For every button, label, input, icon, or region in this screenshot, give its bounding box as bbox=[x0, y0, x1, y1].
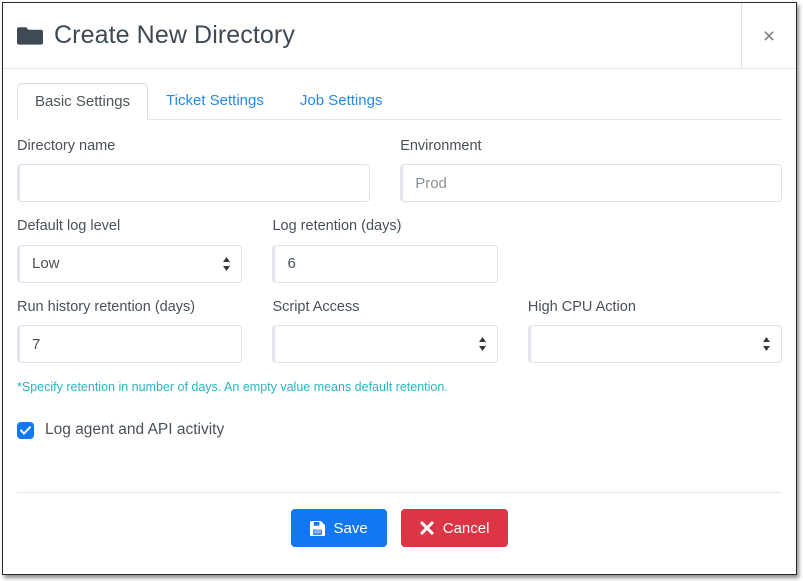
field-environment: Environment bbox=[400, 138, 782, 203]
script-access-select-wrap bbox=[272, 325, 498, 364]
tab-ticket-settings-label: Ticket Settings bbox=[166, 91, 264, 109]
page-title: Create New Directory bbox=[54, 21, 295, 49]
field-run-history-retention: Run history retention (days) bbox=[17, 298, 272, 364]
save-disk-icon bbox=[309, 520, 325, 536]
field-directory-name: Directory name bbox=[17, 138, 400, 203]
field-log-retention: Log retention (days) bbox=[272, 218, 527, 283]
tab-job-settings[interactable]: Job Settings bbox=[282, 82, 401, 120]
script-access-select[interactable] bbox=[272, 325, 498, 364]
tab-basic-settings-label: Basic Settings bbox=[35, 92, 131, 110]
directory-name-label: Directory name bbox=[17, 138, 116, 154]
field-high-cpu-action: High CPU Action bbox=[527, 298, 783, 364]
default-log-level-select[interactable]: Low bbox=[17, 244, 243, 283]
log-agent-activity-label: Log agent and API activity bbox=[45, 421, 225, 439]
run-history-retention-label: Run history retention (days) bbox=[17, 298, 196, 315]
dialog-footer: Save Cancel bbox=[17, 492, 782, 574]
log-agent-activity-row: Log agent and API activity bbox=[17, 421, 782, 440]
high-cpu-action-select[interactable] bbox=[527, 325, 783, 364]
log-agent-activity-checkbox[interactable] bbox=[17, 422, 34, 440]
field-default-log-level: Default log level Low bbox=[17, 218, 272, 283]
environment-label: Environment bbox=[400, 138, 482, 154]
close-icon: × bbox=[762, 24, 776, 48]
create-directory-dialog: Create New Directory × Basic Settings Ti… bbox=[2, 2, 797, 575]
check-icon bbox=[20, 426, 31, 435]
log-retention-input[interactable] bbox=[272, 244, 498, 283]
default-log-level-label: Default log level bbox=[17, 218, 121, 235]
save-button[interactable]: Save bbox=[290, 509, 387, 547]
tab-basic-settings[interactable]: Basic Settings bbox=[17, 82, 149, 121]
form-row-1: Directory name Environment bbox=[17, 138, 782, 203]
tab-bar: Basic Settings Ticket Settings Job Setti… bbox=[3, 69, 796, 121]
form-row-2: Default log level Low Log retention (day… bbox=[17, 218, 782, 283]
script-access-label: Script Access bbox=[272, 298, 360, 315]
close-x-icon bbox=[419, 521, 434, 535]
run-history-retention-input[interactable] bbox=[17, 325, 243, 364]
folder-icon bbox=[17, 26, 43, 45]
retention-hint-text: *Specify retention in number of days. An… bbox=[17, 380, 448, 395]
log-retention-label: Log retention (days) bbox=[272, 218, 402, 235]
environment-input[interactable] bbox=[400, 164, 782, 203]
dialog-header: Create New Directory × bbox=[3, 3, 796, 69]
field-row2-spacer bbox=[528, 218, 782, 282]
cancel-button-label: Cancel bbox=[442, 519, 490, 537]
tab-job-settings-label: Job Settings bbox=[299, 91, 383, 109]
tab-ticket-settings[interactable]: Ticket Settings bbox=[148, 82, 282, 120]
default-log-level-select-wrap: Low bbox=[17, 244, 243, 283]
form-row-3: Run history retention (days) Script Acce… bbox=[17, 298, 783, 364]
high-cpu-action-select-wrap bbox=[527, 325, 783, 364]
high-cpu-action-label: High CPU Action bbox=[527, 298, 636, 315]
save-button-label: Save bbox=[333, 519, 368, 537]
cancel-button[interactable]: Cancel bbox=[400, 509, 509, 547]
close-button[interactable]: × bbox=[741, 3, 796, 69]
dialog-body: Directory name Environment Default log l… bbox=[3, 120, 796, 492]
field-script-access: Script Access bbox=[272, 298, 527, 364]
directory-name-input[interactable] bbox=[17, 164, 371, 203]
